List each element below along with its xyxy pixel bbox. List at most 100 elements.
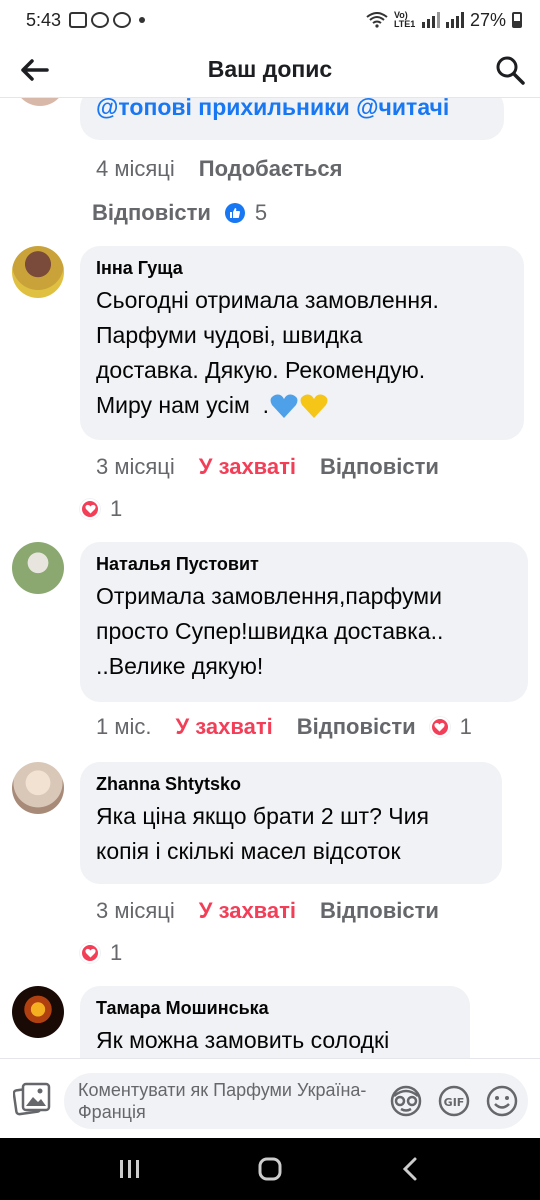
love-reaction-icon [429, 717, 450, 737]
comment-time[interactable]: 1 міс. [96, 714, 151, 740]
back-nav-button[interactable] [380, 1149, 440, 1189]
reaction-count[interactable]: 1 [460, 714, 472, 740]
comment-meta: 1 міс. У захваті Відповісти 1 [96, 714, 472, 740]
home-icon [258, 1157, 282, 1181]
blue-heart-icon [270, 394, 298, 418]
like-reaction-icon [224, 203, 245, 223]
back-button[interactable] [16, 52, 52, 88]
reaction-count: 1 [110, 496, 123, 521]
photo-icon [13, 1082, 51, 1116]
comment-author[interactable]: Тамара Мошинська [96, 998, 454, 1019]
photo-button[interactable] [12, 1079, 52, 1119]
composer-icons: GIF [388, 1083, 520, 1119]
reaction-summary[interactable]: 1 [80, 496, 122, 522]
comment-line: Парфуми чудові, швидка [96, 322, 363, 348]
comment-line: доставка. Дякую. Рекомендую. [96, 357, 426, 383]
avatar[interactable] [12, 542, 64, 594]
comment-text: Сьогодні отримала замовлення. Парфуми чу… [96, 283, 508, 423]
recents-button[interactable] [100, 1149, 160, 1189]
gif-icon: GIF [438, 1085, 470, 1117]
chevron-left-icon [402, 1157, 417, 1181]
status-left: 5:43 [26, 9, 146, 31]
comment-composer: Коментувати як Парфуми Україна-Франція G… [0, 1058, 540, 1138]
emoji-button[interactable] [484, 1083, 520, 1119]
comment-line: Отримала замовлення,парфуми [96, 583, 442, 609]
avatar[interactable] [12, 246, 64, 298]
yellow-heart-icon [300, 394, 328, 418]
smiley-icon [486, 1085, 518, 1117]
status-bar: 5:43 Vo) LTE1 27% [0, 0, 540, 40]
avatar-sticker-button[interactable] [388, 1083, 424, 1119]
arrow-left-icon [21, 59, 49, 81]
comment-line: Сьогодні отримала замовлення. [96, 287, 439, 313]
battery-percent: 27% [469, 9, 506, 30]
signal-icon-2 [445, 12, 464, 28]
reaction-count: 1 [110, 940, 123, 965]
wifi-icon [366, 12, 388, 28]
comment-author[interactable]: Наталья Пустовит [96, 554, 512, 575]
comment-time[interactable]: 3 місяці [96, 454, 175, 480]
comment-time[interactable]: 3 місяці [96, 898, 175, 924]
viber-icon-2 [113, 12, 132, 28]
comment-bubble: Наталья Пустовит Отримала замовлення,пар… [80, 542, 528, 702]
search-button[interactable] [492, 52, 528, 88]
comment-line: просто Супер!швидка доставка.. [96, 618, 444, 644]
comment-bubble: Тамара Мошинська Як можна замовить солод… [80, 986, 470, 1058]
comment-line: Як можна замовить солодкі [96, 1027, 390, 1053]
recents-icon [120, 1160, 139, 1178]
gallery-icon [69, 12, 88, 28]
mention-text[interactable]: @топові прихильники @читачі [96, 98, 449, 120]
reaction-summary[interactable]: 1 [80, 940, 122, 966]
comment-meta: 3 місяці У захваті Відповісти [96, 454, 463, 480]
love-reaction-icon [80, 943, 100, 963]
comment-author[interactable]: Інна Гуща [96, 258, 508, 279]
avatar-sticker-icon [390, 1085, 422, 1117]
comments-feed[interactable]: @топові прихильники @читачі 4 місяці Под… [0, 98, 540, 1058]
comment-time[interactable]: 4 місяці [96, 156, 175, 182]
notification-icons [69, 12, 146, 28]
comment-line: Миру нам усім . [96, 392, 269, 418]
like-button[interactable]: Подобається [199, 156, 343, 182]
search-icon [496, 56, 525, 85]
home-button[interactable] [240, 1149, 300, 1189]
comment-bubble: @топові прихильники @читачі [80, 98, 504, 140]
top-nav: Ваш допис [0, 42, 540, 98]
svg-text:GIF: GIF [444, 1096, 465, 1109]
status-right: Vo) LTE1 27% [366, 10, 522, 31]
status-time: 5:43 [26, 9, 62, 30]
comment-meta-2: Відповісти 5 [92, 200, 267, 226]
love-reaction-button[interactable]: У захваті [199, 454, 296, 480]
love-reaction-button[interactable]: У захваті [199, 898, 296, 924]
comment-text: Отримала замовлення,парфуми просто Супер… [96, 579, 512, 684]
reaction-count[interactable]: 5 [255, 200, 267, 226]
comment-bubble: Інна Гуща Сьогодні отримала замовлення. … [80, 246, 524, 440]
page-title: Ваш допис [207, 56, 333, 82]
android-nav-bar [0, 1138, 540, 1200]
avatar[interactable] [14, 98, 66, 106]
love-reaction-button[interactable]: У захваті [175, 714, 272, 740]
network-label: Vo) LTE1 [393, 10, 416, 29]
comment-input[interactable]: Коментувати як Парфуми Україна-Франція G… [64, 1073, 528, 1129]
comment-text: Як можна замовить солодкі [96, 1023, 454, 1058]
avatar[interactable] [12, 762, 64, 814]
comment-bubble: Zhanna Shtytsko Яка ціна якщо брати 2 шт… [80, 762, 502, 884]
reply-button[interactable]: Відповісти [297, 714, 416, 740]
comment-meta: 3 місяці У захваті Відповісти [96, 898, 463, 924]
signal-icon [421, 12, 440, 28]
reply-button[interactable]: Відповісти [320, 898, 439, 924]
love-reaction-icon [80, 499, 100, 519]
comment-meta: 4 місяці Подобається [96, 156, 366, 182]
battery-icon [512, 12, 522, 28]
viber-icon [91, 12, 110, 28]
gif-button[interactable]: GIF [436, 1083, 472, 1119]
comment-author[interactable]: Zhanna Shtytsko [96, 774, 486, 795]
comment-line: ..Велике дякую! [96, 653, 264, 679]
more-notifications-dot-icon [139, 17, 146, 23]
comment-line-row: Миру нам усім . [96, 388, 508, 423]
reply-button[interactable]: Відповісти [320, 454, 439, 480]
comment-line: Яка ціна якщо брати 2 шт? Чия [96, 803, 429, 829]
reply-button[interactable]: Відповісти [92, 200, 211, 226]
comment-line: копія і скількі масел відсоток [96, 838, 401, 864]
comment-placeholder: Коментувати як Парфуми Україна-Франція [78, 1080, 367, 1122]
avatar[interactable] [12, 986, 64, 1038]
